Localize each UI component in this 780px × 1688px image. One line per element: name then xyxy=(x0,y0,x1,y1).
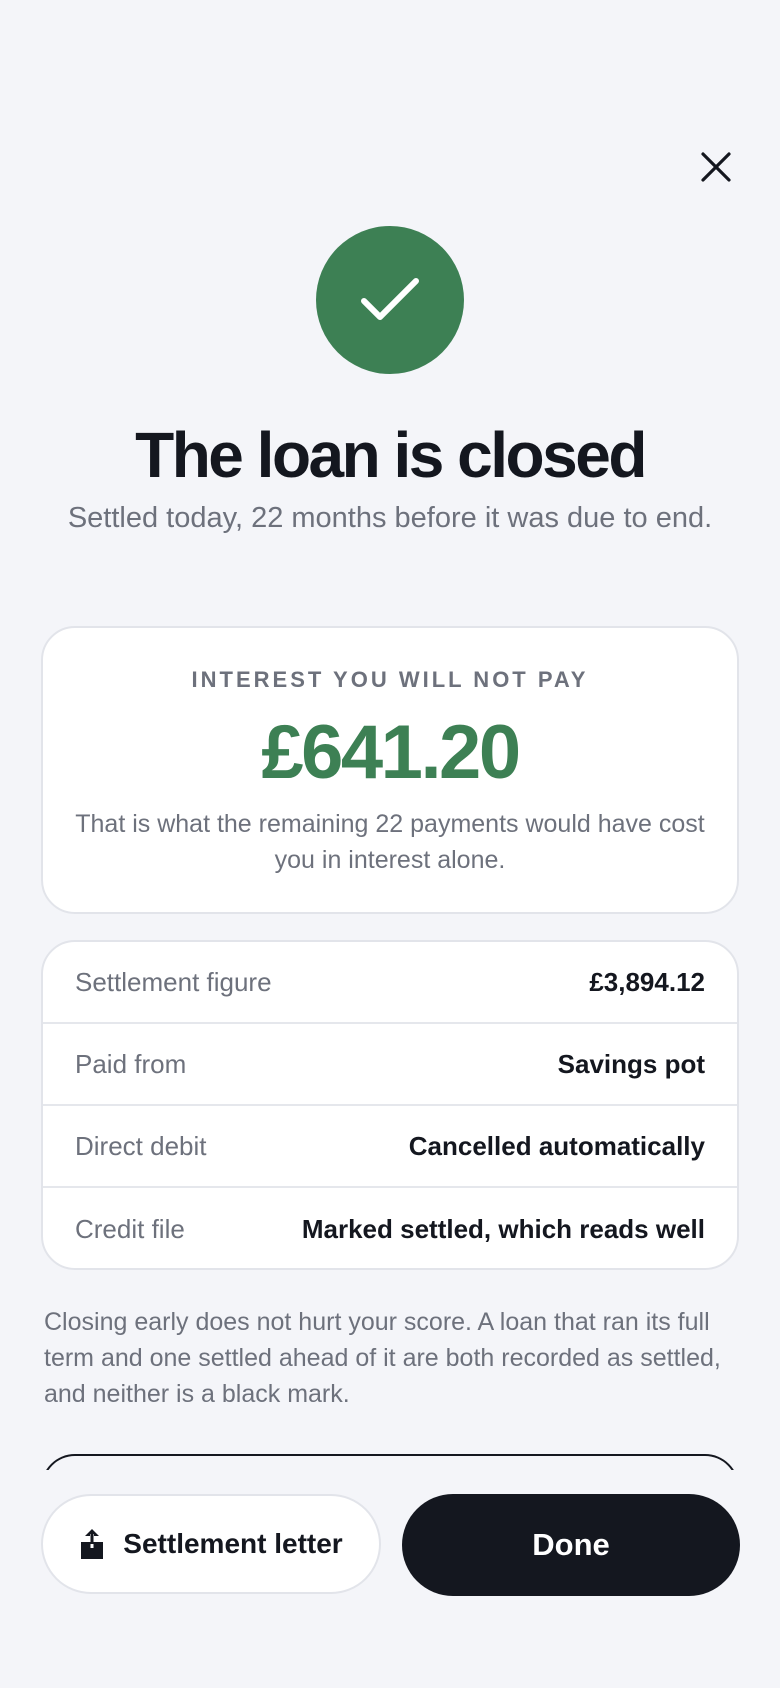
done-label: Done xyxy=(532,1527,610,1562)
savings-note: That is what the remaining 22 payments w… xyxy=(75,810,705,874)
check-icon xyxy=(361,278,419,320)
detail-value: Marked settled, which reads well xyxy=(301,1213,705,1244)
page-subtitle: Settled today, 22 months before it was d… xyxy=(67,502,713,534)
savings-label: INTEREST YOU WILL NOT PAY xyxy=(191,667,589,692)
settlement-details-card: Settlement figure £3,894.12 Paid from Sa… xyxy=(41,940,739,1270)
close-icon xyxy=(701,152,731,182)
settlement-letter-button[interactable]: Settlement letter xyxy=(41,1494,381,1594)
close-button[interactable] xyxy=(689,140,743,194)
done-button[interactable]: Done xyxy=(402,1494,740,1596)
detail-value: Savings pot xyxy=(557,1048,705,1079)
detail-label: Paid from xyxy=(75,1048,187,1079)
savings-amount: £641.20 xyxy=(261,710,521,795)
detail-label: Settlement figure xyxy=(75,966,272,997)
detail-row-paid-from: Paid from Savings pot xyxy=(43,1024,737,1106)
detail-row-credit-file: Credit file Marked settled, which reads … xyxy=(43,1188,737,1268)
credit-score-note: Closing early does not hurt your score. … xyxy=(44,1308,721,1408)
share-icon xyxy=(81,1529,104,1559)
detail-row-direct-debit: Direct debit Cancelled automatically xyxy=(43,1106,737,1188)
interest-savings-card: INTEREST YOU WILL NOT PAY £641.20 That i… xyxy=(41,626,739,914)
page-title: The loan is closed xyxy=(135,419,647,491)
detail-label: Direct debit xyxy=(75,1130,207,1161)
detail-value: £3,894.12 xyxy=(589,966,705,997)
detail-row-settlement-figure: Settlement figure £3,894.12 xyxy=(43,942,737,1024)
detail-label: Credit file xyxy=(75,1213,185,1244)
settlement-letter-label: Settlement letter xyxy=(123,1528,343,1559)
detail-value: Cancelled automatically xyxy=(408,1130,705,1161)
success-badge xyxy=(316,226,464,374)
